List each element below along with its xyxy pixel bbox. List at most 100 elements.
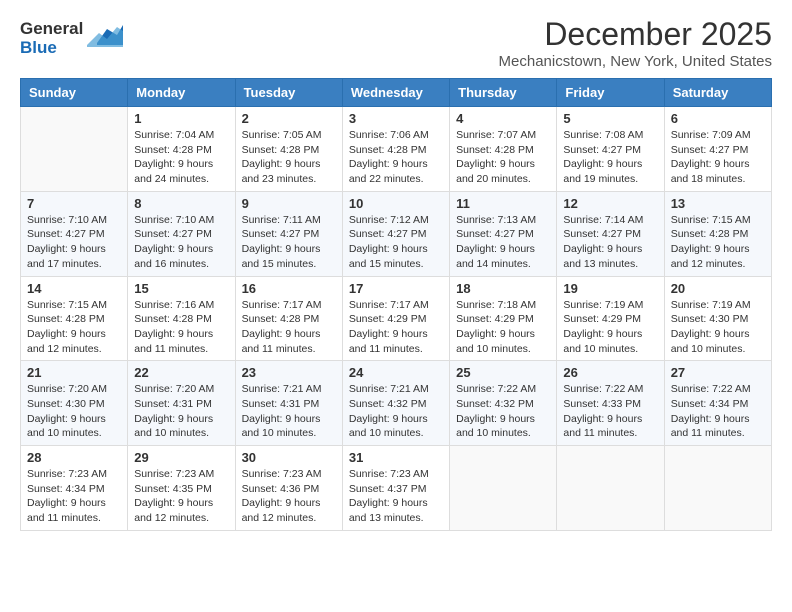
week-row-1: 7Sunrise: 7:10 AMSunset: 4:27 PMDaylight… (21, 191, 772, 276)
day-number: 7 (27, 196, 121, 211)
calendar-cell: 2 Sunrise: 7:05 AMSunset: 4:28 PMDaylight… (235, 107, 342, 192)
sunset-label: Sunset: 4:28 PM (27, 313, 105, 325)
day-info: Sunrise: 7:23 AMSunset: 4:34 PMDaylight:… (27, 467, 121, 526)
col-header-sunday: Sunday (21, 79, 128, 107)
calendar-cell: 20Sunrise: 7:19 AMSunset: 4:30 PMDayligh… (664, 276, 771, 361)
day-number: 16 (242, 281, 336, 296)
sunrise-label: Sunrise: 7:23 AM (242, 468, 322, 480)
calendar-cell: 7 Sunrise: 7:10 AMSunset: 4:27 PMDaylight… (21, 191, 128, 276)
header-row: SundayMondayTuesdayWednesdayThursdayFrid… (21, 79, 772, 107)
logo: General Blue (20, 20, 123, 57)
daylight-label: Daylight: 9 hours and 10 minutes. (563, 328, 642, 355)
sunset-label: Sunset: 4:33 PM (563, 398, 641, 410)
day-number: 28 (27, 450, 121, 465)
day-info: Sunrise: 7:22 AM Sunset: 4:32 PM Daylight:… (456, 382, 550, 441)
daylight-label: Daylight: 9 hours and 17 minutes. (27, 243, 106, 270)
col-header-friday: Friday (557, 79, 664, 107)
calendar-cell: 3 Sunrise: 7:06 AMSunset: 4:28 PMDaylight… (342, 107, 449, 192)
day-info: Sunrise: 7:23 AMSunset: 4:36 PMDaylight:… (242, 467, 336, 526)
daylight-label: Daylight: 9 hours and 20 minutes. (456, 158, 535, 185)
calendar-cell: 17Sunrise: 7:17 AMSunset: 4:29 PMDayligh… (342, 276, 449, 361)
col-header-tuesday: Tuesday (235, 79, 342, 107)
daylight-label: Daylight: 9 hours and 11 minutes. (349, 328, 428, 355)
day-number: 30 (242, 450, 336, 465)
daylight-label: Daylight: 9 hours and 12 minutes. (134, 497, 213, 524)
day-info: Sunrise: 7:07 AMSunset: 4:28 PMDaylight:… (456, 128, 550, 187)
day-number: 18 (456, 281, 550, 296)
day-info: Sunrise: 7:15 AM Sunset: 4:28 PM Daylight:… (27, 298, 121, 357)
logo-text-blue: Blue (20, 39, 83, 58)
sunrise-label: Sunrise: 7:22 AM (563, 383, 643, 395)
day-info: Sunrise: 7:22 AMSunset: 4:34 PMDaylight:… (671, 382, 765, 441)
daylight-label: Daylight: 9 hours and 11 minutes. (671, 413, 750, 440)
col-header-monday: Monday (128, 79, 235, 107)
daylight-label: Daylight: 9 hours and 12 minutes. (27, 328, 106, 355)
daylight-label: Daylight: 9 hours and 12 minutes. (242, 497, 321, 524)
sunset-label: Sunset: 4:27 PM (671, 144, 749, 156)
day-info: Sunrise: 7:09 AM Sunset: 4:27 PM Daylight:… (671, 128, 765, 187)
calendar-cell: 15Sunrise: 7:16 AMSunset: 4:28 PMDayligh… (128, 276, 235, 361)
calendar-cell: 29Sunrise: 7:23 AMSunset: 4:35 PMDayligh… (128, 446, 235, 531)
day-number: 8 (134, 196, 228, 211)
col-header-thursday: Thursday (450, 79, 557, 107)
week-row-3: 21Sunrise: 7:20 AMSunset: 4:30 PMDayligh… (21, 361, 772, 446)
title-area: December 2025 Mechanicstown, New York, U… (499, 16, 772, 70)
week-row-2: 14Sunrise: 7:15 AMSunset: 4:28 PMDayligh… (21, 276, 772, 361)
sunset-label: Sunset: 4:28 PM (242, 144, 320, 156)
daylight-label: Daylight: 9 hours and 12 minutes. (671, 243, 750, 270)
daylight-label: Daylight: 9 hours and 10 minutes. (456, 328, 535, 355)
sunrise-label: Sunrise: 7:10 AM (134, 214, 214, 226)
daylight-label: Daylight: 9 hours and 10 minutes. (134, 413, 213, 440)
sunrise-label: Sunrise: 7:04 AM (134, 129, 214, 141)
day-number: 3 (349, 111, 443, 126)
sunrise-label: Sunrise: 7:17 AM (242, 299, 322, 311)
day-info: Sunrise: 7:23 AMSunset: 4:35 PMDaylight:… (134, 467, 228, 526)
day-info: Sunrise: 7:05 AMSunset: 4:28 PMDaylight:… (242, 128, 336, 187)
day-info: Sunrise: 7:11 AMSunset: 4:27 PMDaylight:… (242, 213, 336, 272)
day-number: 31 (349, 450, 443, 465)
sunset-label: Sunset: 4:28 PM (671, 228, 749, 240)
day-number: 2 (242, 111, 336, 126)
day-info: Sunrise: 7:20 AMSunset: 4:31 PMDaylight:… (134, 382, 228, 441)
calendar-cell: 21Sunrise: 7:20 AMSunset: 4:30 PMDayligh… (21, 361, 128, 446)
sunset-label: Sunset: 4:32 PM (456, 398, 534, 410)
daylight-label: Daylight: 9 hours and 16 minutes. (134, 243, 213, 270)
sunset-label: Sunset: 4:34 PM (671, 398, 749, 410)
day-info: Sunrise: 7:06 AMSunset: 4:28 PMDaylight:… (349, 128, 443, 187)
calendar-header: SundayMondayTuesdayWednesdayThursdayFrid… (21, 79, 772, 107)
calendar-cell: 1Sunrise: 7:04 AMSunset: 4:28 PMDaylight… (128, 107, 235, 192)
daylight-label: Daylight: 9 hours and 15 minutes. (242, 243, 321, 270)
sunrise-label: Sunrise: 7:10 AM (27, 214, 107, 226)
day-info: Sunrise: 7:18 AMSunset: 4:29 PMDaylight:… (456, 298, 550, 357)
sunset-label: Sunset: 4:28 PM (456, 144, 534, 156)
day-number: 27 (671, 365, 765, 380)
calendar-cell: 31Sunrise: 7:23 AMSunset: 4:37 PMDayligh… (342, 446, 449, 531)
sunrise-label: Sunrise: 7:22 AM (456, 383, 536, 395)
subtitle: Mechanicstown, New York, United States (499, 53, 772, 70)
calendar: SundayMondayTuesdayWednesdayThursdayFrid… (20, 78, 772, 531)
sunset-label: Sunset: 4:29 PM (563, 313, 641, 325)
sunset-label: Sunset: 4:27 PM (456, 228, 534, 240)
logo-icon (87, 25, 123, 53)
calendar-cell (664, 446, 771, 531)
daylight-label: Daylight: 9 hours and 10 minutes. (456, 413, 535, 440)
daylight-label: Daylight: 9 hours and 10 minutes. (27, 413, 106, 440)
sunrise-label: Sunrise: 7:09 AM (671, 129, 751, 141)
sunrise-label: Sunrise: 7:08 AM (563, 129, 643, 141)
day-info: Sunrise: 7:10 AMSunset: 4:27 PMDaylight:… (27, 213, 121, 272)
day-number: 5 (563, 111, 657, 126)
sunrise-label: Sunrise: 7:23 AM (349, 468, 429, 480)
sunset-label: Sunset: 4:27 PM (242, 228, 320, 240)
day-info: Sunrise: 7:16 AMSunset: 4:28 PMDaylight:… (134, 298, 228, 357)
sunrise-label: Sunrise: 7:23 AM (134, 468, 214, 480)
calendar-cell: 5Sunrise: 7:08 AMSunset: 4:27 PMDaylight… (557, 107, 664, 192)
sunset-label: Sunset: 4:28 PM (134, 144, 212, 156)
daylight-label: Daylight: 9 hours and 18 minutes. (671, 158, 750, 185)
week-row-0: 1Sunrise: 7:04 AMSunset: 4:28 PMDaylight… (21, 107, 772, 192)
sunrise-label: Sunrise: 7:15 AM (27, 299, 107, 311)
calendar-cell: 30 Sunrise: 7:23 AMSunset: 4:36 PMDayligh… (235, 446, 342, 531)
calendar-body: 1Sunrise: 7:04 AMSunset: 4:28 PMDaylight… (21, 107, 772, 531)
daylight-label: Daylight: 9 hours and 24 minutes. (134, 158, 213, 185)
sunset-label: Sunset: 4:28 PM (349, 144, 427, 156)
sunrise-label: Sunrise: 7:21 AM (349, 383, 429, 395)
